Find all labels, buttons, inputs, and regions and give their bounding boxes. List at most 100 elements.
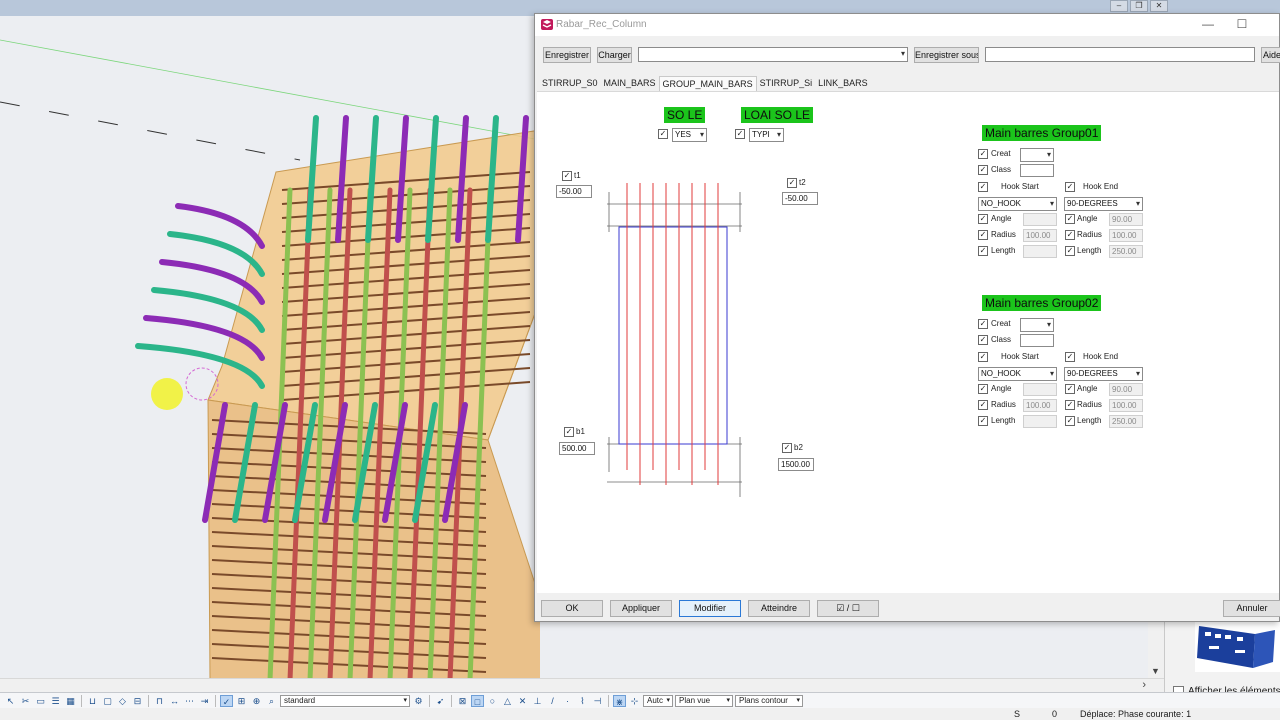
group-2-class-checkbox[interactable]: ✓ (978, 335, 988, 345)
group-2-end-angle-checkbox[interactable]: ✓ (1065, 384, 1075, 394)
ok-button[interactable]: OK (541, 600, 603, 617)
group-2-start-angle-field[interactable] (1023, 383, 1057, 396)
group-1-start-radius-field[interactable]: 100.00 (1023, 229, 1057, 242)
snap-perp-icon[interactable]: ⊥ (531, 695, 544, 707)
group-2-start-radius-checkbox[interactable]: ✓ (978, 400, 988, 410)
view-filter-select[interactable]: standard ▾ (280, 694, 410, 707)
minus-icon[interactable]: ⊟ (131, 695, 144, 707)
toggle-all-button[interactable]: ☑ / ☐ (817, 600, 879, 617)
group-1-end-radius-checkbox[interactable]: ✓ (1065, 230, 1075, 240)
preset-combo[interactable]: ▾ (638, 47, 908, 62)
help-button[interactable]: Aide (1261, 47, 1280, 63)
group-1-end-length-checkbox[interactable]: ✓ (1065, 246, 1075, 256)
group-1-class-field[interactable] (1020, 164, 1054, 177)
scroll-right-icon[interactable]: › (1142, 679, 1146, 691)
snap-z-icon[interactable]: ⌇ (576, 695, 589, 707)
group-1-start-radius-checkbox[interactable]: ✓ (978, 230, 988, 240)
save-as-button[interactable]: Enregistrer sous (914, 47, 979, 63)
snap-circle-icon[interactable]: ○ (486, 695, 499, 707)
group-1-hook-end-checkbox[interactable]: ✓ (1065, 182, 1075, 192)
stretch-icon[interactable]: ⇥ (198, 695, 211, 707)
app-restore-icon[interactable]: ❐ (1130, 0, 1148, 12)
group-2-end-length-checkbox[interactable]: ✓ (1065, 416, 1075, 426)
group-1-hook-start-select[interactable]: NO_HOOK ▾ (978, 197, 1057, 211)
rect-select-icon[interactable]: ▭ (34, 695, 47, 707)
tab-stirrup-si[interactable]: STIRRUP_Si (757, 76, 816, 92)
app-minimize-icon[interactable]: – (1110, 0, 1128, 12)
group-1-creat-select[interactable]: ▾ (1020, 148, 1054, 162)
group-2-creat-select[interactable]: ▾ (1020, 318, 1054, 332)
group-2-end-radius-checkbox[interactable]: ✓ (1065, 400, 1075, 410)
group-2-hook-end-checkbox[interactable]: ✓ (1065, 352, 1075, 362)
contour-select[interactable]: Plans contour ▾ (735, 694, 803, 707)
snap-point-icon[interactable]: · (561, 695, 574, 707)
tab-link-bars[interactable]: LINK_BARS (815, 76, 871, 92)
group-2-start-angle-checkbox[interactable]: ✓ (978, 384, 988, 394)
tab-main-bars[interactable]: MAIN_BARS (601, 76, 659, 92)
snap-square-icon[interactable]: □ (471, 694, 484, 707)
plane-select[interactable]: Plan vue ▾ (675, 694, 733, 707)
component-icon[interactable]: ⊞ (235, 695, 248, 707)
tab-stirrup-s0[interactable]: STIRRUP_S0 (539, 76, 601, 92)
column-icon[interactable]: ⊓ (153, 695, 166, 707)
group-2-start-radius-field[interactable]: 100.00 (1023, 399, 1057, 412)
app-close-icon[interactable]: ✕ (1150, 0, 1168, 12)
snap-line-icon[interactable]: / (546, 695, 559, 707)
group-1-end-radius-field[interactable]: 100.00 (1109, 229, 1143, 242)
shape-icon[interactable]: ◇ (116, 695, 129, 707)
get-button[interactable]: Atteindre (748, 600, 810, 617)
dash-icon[interactable]: ⋯ (183, 695, 196, 707)
cancel-button[interactable]: Annuler (1223, 600, 1280, 617)
snap-x-icon[interactable]: ✕ (516, 695, 529, 707)
group-2-hook-start-select[interactable]: NO_HOOK ▾ (978, 367, 1057, 381)
horizontal-scrollbar[interactable]: › (0, 678, 1164, 692)
group-1-hook-end-select[interactable]: 90-DEGREES ▾ (1064, 197, 1143, 211)
group-2-hook-end-select[interactable]: 90-DEGREES ▾ (1064, 367, 1143, 381)
group-2-creat-checkbox[interactable]: ✓ (978, 319, 988, 329)
minimize-icon[interactable]: — (1193, 17, 1223, 31)
group-2-class-field[interactable] (1020, 334, 1054, 347)
group-2-end-radius-field[interactable]: 100.00 (1109, 399, 1143, 412)
group-1-end-angle-checkbox[interactable]: ✓ (1065, 214, 1075, 224)
modify-button[interactable]: Modifier (679, 600, 741, 617)
group-1-end-length-field[interactable]: 250.00 (1109, 245, 1143, 258)
snap-grid-icon[interactable]: ⋇ (613, 694, 626, 707)
group-2-start-length-field[interactable] (1023, 415, 1057, 428)
group-2-end-angle-field[interactable]: 90.00 (1109, 383, 1143, 396)
settings-icon[interactable]: ⚙ (412, 695, 425, 707)
arrow-h-icon[interactable]: ↔ (168, 695, 181, 707)
select-icon[interactable]: ↖ (4, 695, 17, 707)
save-button[interactable]: Enregistrer (543, 47, 591, 63)
cut-icon[interactable]: ✂ (19, 695, 32, 707)
group-1-start-angle-field[interactable] (1023, 213, 1057, 226)
align-icon[interactable]: ☰ (49, 695, 62, 707)
maximize-icon[interactable]: ☐ (1227, 17, 1257, 31)
network-icon[interactable]: ⊕ (250, 695, 263, 707)
group-1-hook-start-checkbox[interactable]: ✓ (978, 182, 988, 192)
snap-on-icon[interactable]: ✓ (220, 694, 233, 707)
group-1-start-length-checkbox[interactable]: ✓ (978, 246, 988, 256)
tab-group-main-bars[interactable]: GROUP_MAIN_BARS (658, 76, 757, 92)
save-as-name-field[interactable] (985, 47, 1255, 62)
group-1-class-checkbox[interactable]: ✓ (978, 165, 988, 175)
snap-free-icon[interactable]: ⊹ (628, 695, 641, 707)
group-2-end-length-field[interactable]: 250.00 (1109, 415, 1143, 428)
group-1-start-angle-checkbox[interactable]: ✓ (978, 214, 988, 224)
bracket-icon[interactable]: ⊔ (86, 695, 99, 707)
snap-triangle-icon[interactable]: △ (501, 695, 514, 707)
frame-icon[interactable]: ▢ (101, 695, 114, 707)
dialog-titlebar[interactable]: Rabar_Rec_Column — ☐ (535, 14, 1279, 36)
group-1-end-angle-field[interactable]: 90.00 (1109, 213, 1143, 226)
search-icon[interactable]: ⌕ (265, 695, 278, 707)
group-1-start-length-field[interactable] (1023, 245, 1057, 258)
snap-mode-select[interactable]: Autc ▾ (643, 694, 673, 707)
apply-button[interactable]: Appliquer (610, 600, 672, 617)
scroll-down-icon[interactable]: ▼ (1151, 666, 1160, 676)
load-button[interactable]: Charger (597, 47, 632, 63)
grid-icon[interactable]: ▦ (64, 695, 77, 707)
pointer-icon[interactable]: ➹ (434, 695, 447, 707)
group-1-creat-checkbox[interactable]: ✓ (978, 149, 988, 159)
snap-mid-icon[interactable]: ⊣ (591, 695, 604, 707)
group-2-start-length-checkbox[interactable]: ✓ (978, 416, 988, 426)
vertical-scrollbar[interactable]: ▼ (1148, 622, 1164, 678)
